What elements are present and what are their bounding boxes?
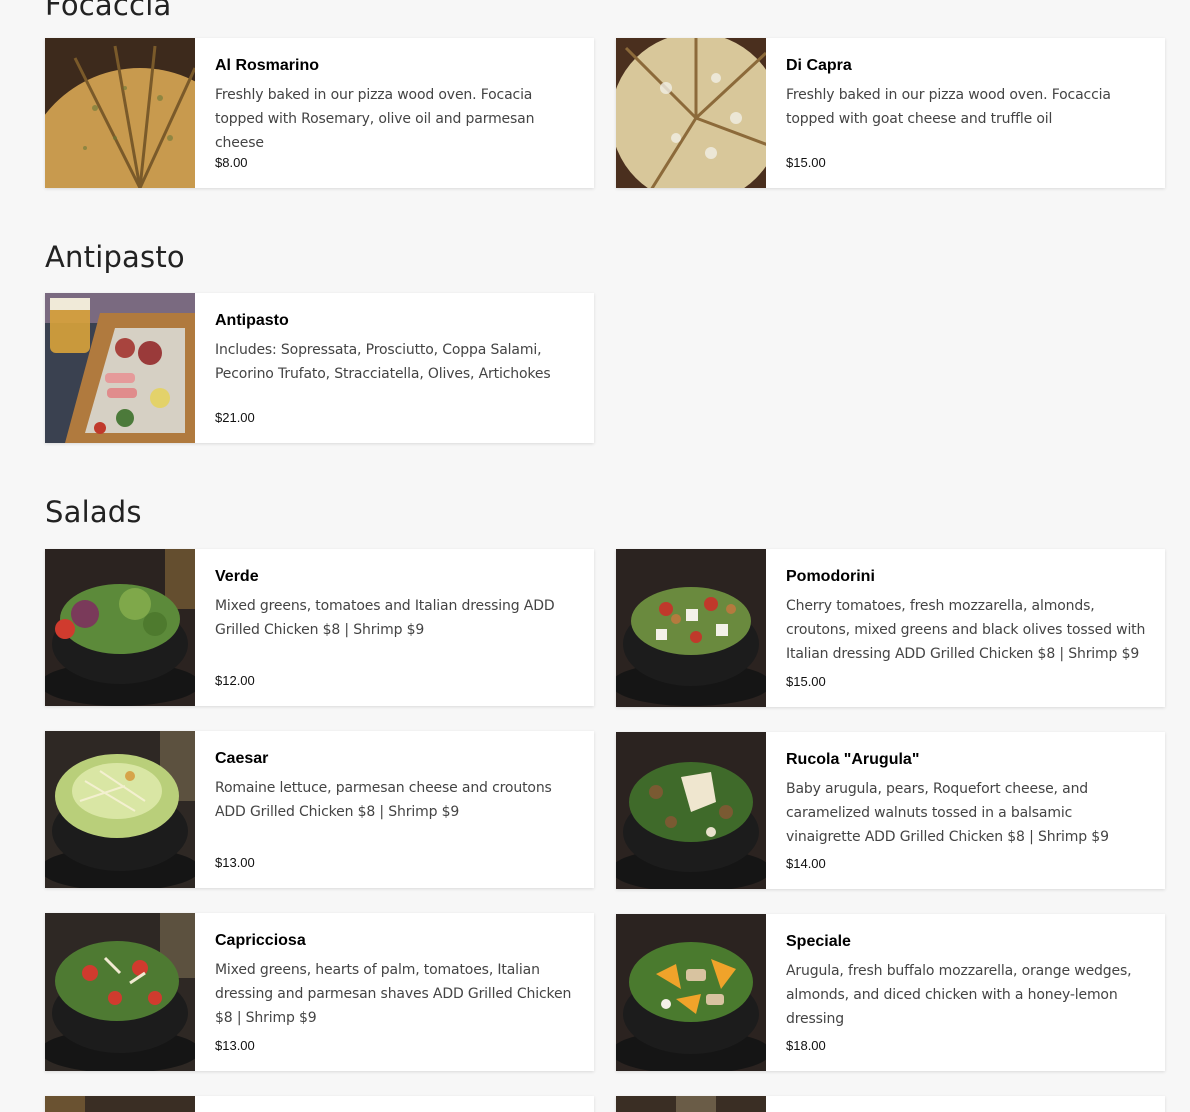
menu-item-price: $14.00 xyxy=(786,856,826,871)
menu-item-name: Di Capra xyxy=(786,57,852,74)
section-title-antipasto: Antipasto xyxy=(45,240,185,274)
menu-item-name: Caesar xyxy=(215,750,269,767)
menu-item-name: Verde xyxy=(215,568,259,585)
salad-photo xyxy=(616,549,766,707)
menu-item-card[interactable]: Antipasto Includes: Sopressata, Prosciut… xyxy=(45,293,594,443)
menu-item-price: $18.00 xyxy=(786,1038,826,1053)
menu-item-card[interactable] xyxy=(45,1096,594,1112)
menu-item-name: Rucola "Arugula" xyxy=(786,751,920,768)
menu-item-price: $21.00 xyxy=(215,410,255,425)
menu-item-name: Al Rosmarino xyxy=(215,57,320,74)
salad-photo xyxy=(45,1096,195,1112)
menu-item-description: Freshly baked in our pizza wood oven. Fo… xyxy=(215,87,535,151)
salad-photo xyxy=(616,732,766,889)
menu-item-card[interactable]: Al Rosmarino Freshly baked in our pizza … xyxy=(45,38,594,188)
section-title-focaccia: Focaccia xyxy=(45,0,172,22)
menu-item-price: $12.00 xyxy=(215,673,255,688)
menu-item-card[interactable]: Rucola "Arugula" Baby arugula, pears, Ro… xyxy=(616,732,1165,889)
salad-photo xyxy=(45,549,195,706)
salad-photo xyxy=(616,914,766,1071)
menu-item-card[interactable]: Capricciosa Mixed greens, hearts of palm… xyxy=(45,913,594,1071)
focaccia-photo xyxy=(616,38,766,188)
menu-item-card[interactable] xyxy=(616,1096,1165,1112)
menu-item-card[interactable]: Verde Mixed greens, tomatoes and Italian… xyxy=(45,549,594,706)
salad-photo xyxy=(45,731,195,888)
menu-item-description: Mixed greens, tomatoes and Italian dress… xyxy=(215,598,555,638)
menu-item-card[interactable]: Pomodorini Cherry tomatoes, fresh mozzar… xyxy=(616,549,1165,707)
salad-photo xyxy=(45,913,195,1071)
menu-item-description: Mixed greens, hearts of palm, tomatoes, … xyxy=(215,962,572,1026)
menu-item-description: Arugula, fresh buffalo mozzarella, orang… xyxy=(786,963,1132,1027)
menu-item-description: Baby arugula, pears, Roquefort cheese, a… xyxy=(786,781,1109,845)
section-title-salads: Salads xyxy=(45,495,142,529)
salad-photo xyxy=(616,1096,766,1112)
menu-item-price: $13.00 xyxy=(215,1038,255,1053)
menu-item-price: $8.00 xyxy=(215,155,248,170)
menu-item-description: Romaine lettuce, parmesan cheese and cro… xyxy=(215,780,552,820)
menu-item-name: Speciale xyxy=(786,933,851,950)
focaccia-photo xyxy=(45,38,195,188)
menu-item-description: Freshly baked in our pizza wood oven. Fo… xyxy=(786,87,1111,127)
menu-item-name: Capricciosa xyxy=(215,932,306,949)
menu-item-description: Cherry tomatoes, fresh mozzarella, almon… xyxy=(786,598,1146,662)
menu-item-card[interactable]: Di Capra Freshly baked in our pizza wood… xyxy=(616,38,1165,188)
menu-item-name: Antipasto xyxy=(215,312,289,329)
menu-item-card[interactable]: Caesar Romaine lettuce, parmesan cheese … xyxy=(45,731,594,888)
antipasto-photo xyxy=(45,293,195,443)
menu-item-price: $15.00 xyxy=(786,155,826,170)
menu-item-name: Pomodorini xyxy=(786,568,875,585)
menu-item-description: Includes: Sopressata, Prosciutto, Coppa … xyxy=(215,342,551,382)
menu-item-card[interactable]: Speciale Arugula, fresh buffalo mozzarel… xyxy=(616,914,1165,1071)
menu-item-price: $15.00 xyxy=(786,674,826,689)
menu-item-price: $13.00 xyxy=(215,855,255,870)
